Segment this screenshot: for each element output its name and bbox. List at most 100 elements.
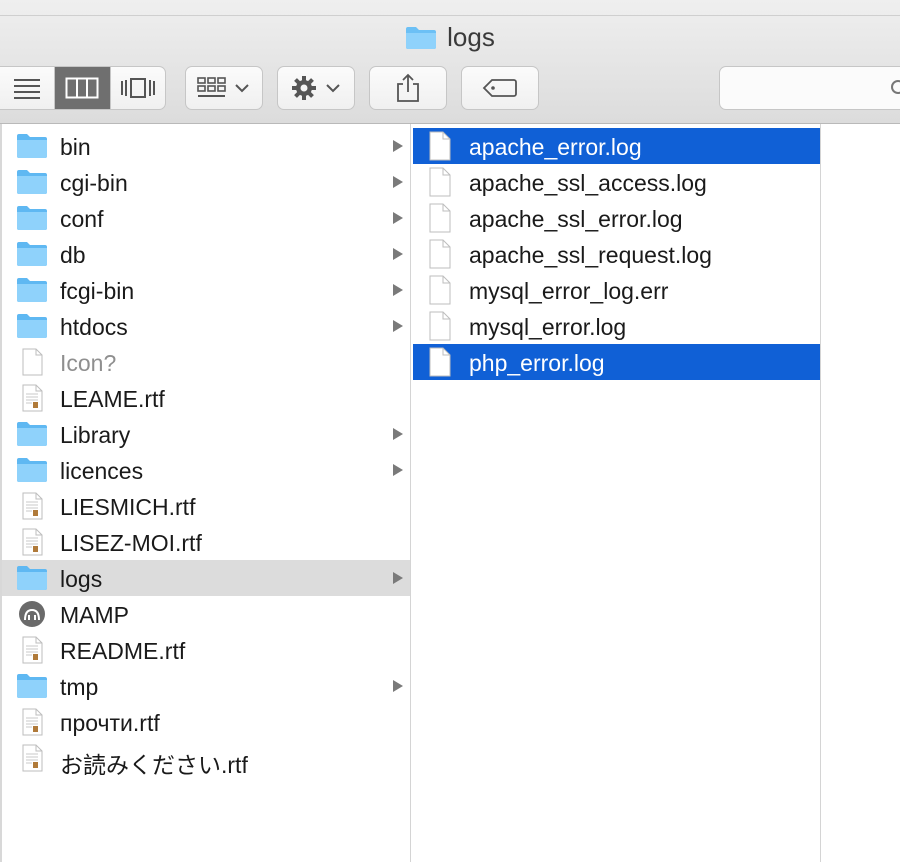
column-browser: bin cgi-bin conf db fcgi-bin htdocs Icon? LEAME… [0,124,900,862]
item-label: htdocs [60,314,128,340]
list-item[interactable]: tmp [2,668,410,704]
disclosure-arrow-icon [393,680,403,692]
chevron-down-icon [235,84,249,93]
share-button[interactable] [369,66,447,110]
rtf-document-icon [22,492,43,520]
list-item[interactable]: apache_ssl_error.log [413,200,820,236]
item-label: README.rtf [60,638,186,664]
cover-flow-view-button[interactable] [111,67,165,109]
blank-file-icon [22,348,43,376]
column-view-icon [65,77,99,99]
list-item[interactable]: cgi-bin [2,164,410,200]
disclosure-arrow-icon [393,284,403,296]
list-item[interactable]: bin [2,128,410,164]
item-label: apache_ssl_error.log [469,206,683,232]
list-item[interactable]: README.rtf [2,632,410,668]
log-file-icon [429,275,451,305]
window-title: logs [0,22,900,53]
list-item[interactable]: logs [2,560,410,596]
log-file-icon [429,347,451,377]
folder-icon [17,458,47,482]
list-item[interactable]: php_error.log [413,344,820,380]
grid-icon [197,77,226,97]
item-label: cgi-bin [60,170,128,196]
item-label: LISEZ-MOI.rtf [60,530,202,556]
column-view-button[interactable] [55,67,111,109]
item-label: php_error.log [469,350,605,376]
item-label: apache_ssl_request.log [469,242,712,268]
item-label: LIESMICH.rtf [60,494,196,520]
item-label: mysql_error_log.err [469,278,669,304]
folder-icon [17,314,47,338]
list-view-button[interactable] [0,67,56,109]
list-item[interactable]: LIESMICH.rtf [2,488,410,524]
list-item[interactable]: conf [2,200,410,236]
list-item[interactable]: MAMP [2,596,410,632]
column-2[interactable]: apache_error.log apache_ssl_access.logapa… [411,124,821,862]
list-item[interactable]: apache_ssl_access.log [413,164,820,200]
log-file-icon [429,131,451,161]
list-item[interactable]: apache_ssl_request.log [413,236,820,272]
item-label: fcgi-bin [60,278,135,304]
titlebar: logs [0,0,900,124]
rtf-document-icon [22,528,43,556]
folder-icon [17,674,47,698]
folder-icon [17,278,47,302]
list-item[interactable]: LEAME.rtf [2,380,410,416]
folder-icon [17,170,47,194]
disclosure-arrow-icon [393,176,403,188]
log-file-icon [429,203,451,233]
log-file-icon [429,311,451,341]
disclosure-arrow-icon [393,140,403,152]
folder-icon [17,566,47,590]
item-label: お読みください.rtf [60,752,248,778]
list-item[interactable]: fcgi-bin [2,272,410,308]
gear-icon [292,76,316,100]
list-item[interactable]: mysql_error.log [413,308,820,344]
arrange-button[interactable] [185,66,263,110]
finder-window: logs bin cgi-bin conf db fcgi-bin htdocs… [0,0,900,862]
tag-button[interactable] [461,66,539,110]
item-label: Icon? [60,350,117,376]
folder-icon [17,242,47,266]
view-mode-control [0,66,166,110]
disclosure-arrow-icon [393,320,403,332]
tag-icon [482,79,517,97]
column-1[interactable]: bin cgi-bin conf db fcgi-bin htdocs Icon? LEAME… [0,124,411,862]
item-label: licences [60,458,144,484]
log-file-icon [429,167,451,197]
item-label: conf [60,206,104,232]
log-file-icon [429,239,451,269]
item-label: bin [60,134,91,160]
list-item[interactable]: LISEZ-MOI.rtf [2,524,410,560]
item-label: apache_error.log [469,134,642,160]
chevron-down-icon [326,84,340,93]
rtf-document-icon [22,744,43,772]
window-title-text: logs [447,22,495,52]
mamp-app-icon [19,601,45,627]
list-item[interactable]: licences [2,452,410,488]
item-label: MAMP [60,602,129,628]
rtf-document-icon [22,636,43,664]
item-label: LEAME.rtf [60,386,165,412]
cover-flow-icon [120,78,155,98]
list-item[interactable]: Library [2,416,410,452]
list-item[interactable]: mysql_error_log.err [413,272,820,308]
item-label: mysql_error.log [469,314,627,340]
item-label: logs [60,566,103,592]
search-field[interactable] [719,66,900,110]
list-item[interactable]: htdocs [2,308,410,344]
list-item[interactable]: db [2,236,410,272]
disclosure-arrow-icon [393,212,403,224]
list-item[interactable]: прочти.rtf [2,704,410,740]
rtf-document-icon [22,708,43,736]
list-item[interactable]: お読みください.rtf [2,740,410,778]
list-item[interactable]: apache_error.log [413,128,820,164]
list-item[interactable]: Icon? [2,344,410,380]
item-label: Library [60,422,131,448]
action-button[interactable] [277,66,355,110]
folder-icon [17,134,47,158]
item-label: apache_ssl_access.log [469,170,707,196]
item-label: прочти.rtf [60,710,160,736]
folder-icon [17,206,47,230]
